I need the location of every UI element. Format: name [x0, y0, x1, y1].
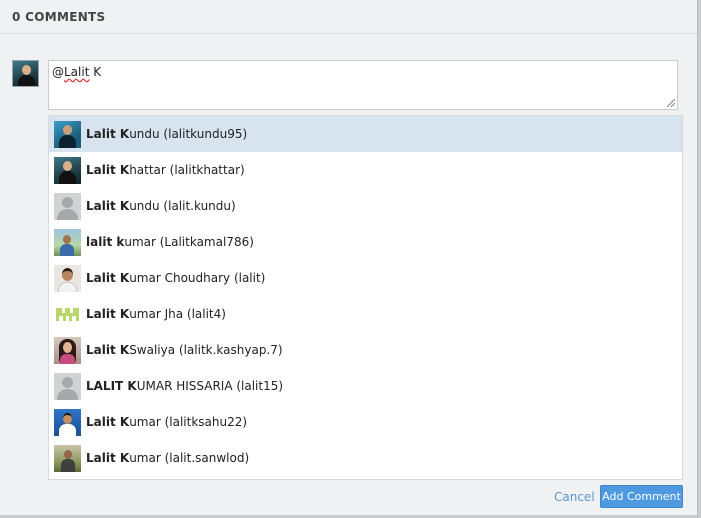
- suggestion-item[interactable]: Lalit Kumar Choudhary (lalit): [49, 260, 682, 296]
- suggestion-item[interactable]: Lalit Kumar Jha (lalit4): [49, 296, 682, 332]
- dark-photo-avatar: [54, 156, 81, 184]
- comment-text-suffix: K: [89, 65, 102, 79]
- suggestion-match: Lalit K: [86, 307, 130, 321]
- suggestion-item[interactable]: Lalit Kumar (lalit.sanwlod): [49, 440, 682, 476]
- suggestion-item[interactable]: Lalit Khattar (lalitkhattar): [49, 152, 682, 188]
- blue-photo-avatar: [54, 408, 81, 436]
- default-user-avatar: [54, 192, 81, 220]
- mention-suggestions-dropdown: Lalit Kundu (lalitkundu95) Lalit Khattar…: [48, 115, 683, 480]
- comment-mention-text: Lalit: [64, 65, 90, 79]
- suggestion-rest: hattar (lalitkhattar): [129, 163, 245, 177]
- outdoor-photo-avatar: [54, 228, 81, 256]
- suggestion-rest: UMAR HISSARIA (lalit15): [136, 379, 284, 393]
- add-comment-button[interactable]: Add Comment: [600, 485, 683, 508]
- suggestion-rest: undu (lalitkundu95): [129, 127, 248, 141]
- cancel-button[interactable]: Cancel: [554, 490, 595, 504]
- suggestion-item[interactable]: lalit k umar (Lalitkamal786): [49, 224, 682, 260]
- comment-textarea[interactable]: @Lalit K: [48, 60, 678, 110]
- suggestion-match: Lalit K: [86, 415, 130, 429]
- suggestion-rest: Swaliya (lalitk.kashyap.7): [129, 343, 283, 357]
- suggestion-rest: umar (lalit.sanwlod): [129, 451, 250, 465]
- suggestion-match: Lalit K: [86, 343, 130, 357]
- suggestion-match: lalit k: [86, 235, 125, 249]
- suggestion-item[interactable]: Lalit Kumar (lalitksahu22): [49, 404, 682, 440]
- comment-text-prefix: @: [52, 65, 64, 79]
- panel-edge: [697, 0, 701, 518]
- default-user-avatar: [54, 372, 81, 400]
- woman-photo-avatar: [54, 336, 81, 364]
- current-user-avatar: [12, 60, 39, 87]
- green-identicon-avatar: [54, 300, 81, 328]
- suggestion-rest: undu (lalit.kundu): [129, 199, 236, 213]
- suggestion-rest: umar Choudhary (lalit): [129, 271, 266, 285]
- comments-header: 0 COMMENTS: [0, 0, 697, 34]
- resize-handle-icon[interactable]: [667, 99, 675, 107]
- suggestion-item[interactable]: Lalit Kundu (lalitkundu95): [49, 116, 682, 152]
- portrait-photo-avatar: [54, 264, 81, 292]
- suggestion-item[interactable]: LALIT K UMAR HISSARIA (lalit15): [49, 368, 682, 404]
- teal-photo-avatar: [54, 120, 81, 148]
- suggestion-match: Lalit K: [86, 199, 130, 213]
- suggestion-item[interactable]: Lalit K Swaliya (lalitk.kashyap.7): [49, 332, 682, 368]
- field-photo-avatar: [54, 444, 81, 472]
- suggestion-match: Lalit K: [86, 127, 130, 141]
- suggestion-match: Lalit K: [86, 163, 130, 177]
- suggestion-match: Lalit K: [86, 271, 130, 285]
- suggestion-match: LALIT K: [86, 379, 137, 393]
- suggestion-rest: umar Jha (lalit4): [129, 307, 226, 321]
- comments-count-title: 0 COMMENTS: [12, 10, 106, 24]
- suggestion-item[interactable]: Lalit Kundu (lalit.kundu): [49, 188, 682, 224]
- suggestion-rest: umar (Lalitkamal786): [124, 235, 254, 249]
- suggestion-match: Lalit K: [86, 451, 130, 465]
- suggestion-rest: umar (lalitksahu22): [129, 415, 248, 429]
